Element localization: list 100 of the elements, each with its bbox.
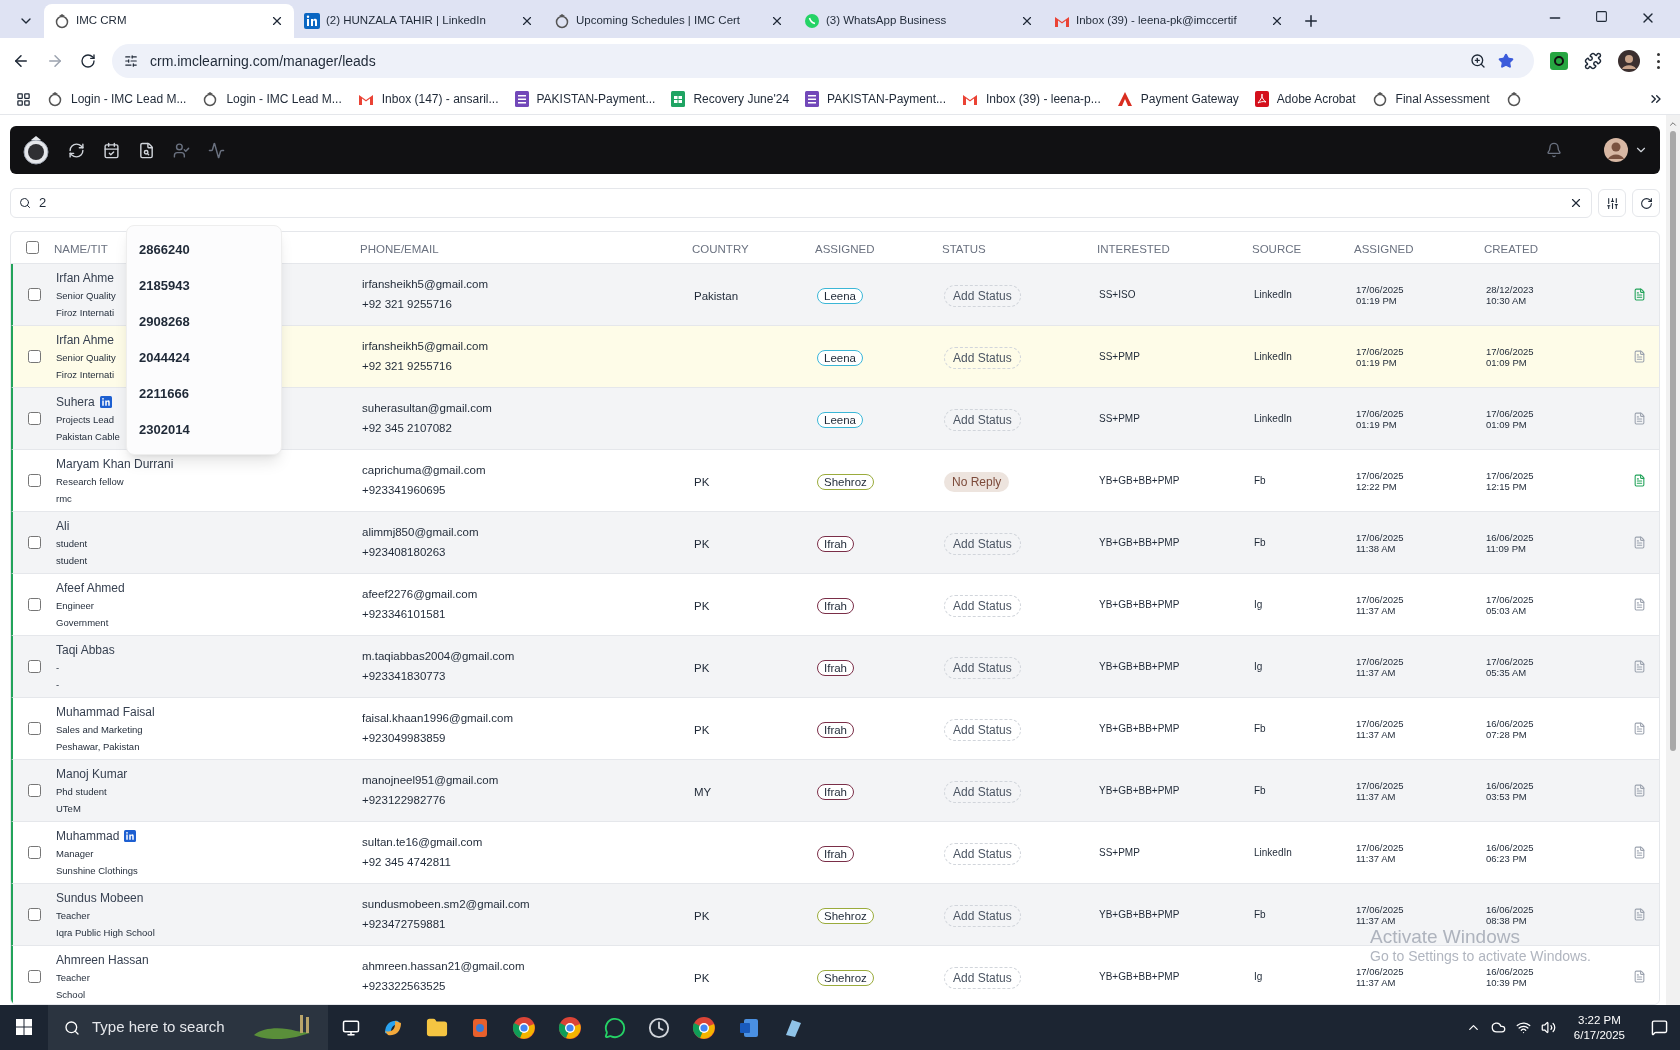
row-checkbox[interactable] (28, 722, 41, 735)
close-icon[interactable] (520, 14, 534, 28)
close-icon[interactable] (1020, 14, 1034, 28)
browser-tab[interactable]: IMC CRM (44, 4, 294, 38)
calendar-icon[interactable] (103, 141, 120, 159)
bookmark[interactable]: PAKISTAN-Payment... (805, 90, 947, 108)
task-view-icon[interactable] (342, 1018, 360, 1037)
sync-icon[interactable] (68, 141, 85, 159)
bookmark-star-icon[interactable] (1498, 53, 1514, 69)
clear-icon[interactable] (1569, 196, 1583, 210)
created-date: 16/06/2025 (1486, 531, 1535, 543)
refresh-button[interactable] (1632, 189, 1660, 217)
suggestion-item[interactable]: 2302014 (127, 412, 281, 448)
bookmark[interactable]: Payment Gateway (1116, 90, 1239, 108)
lead-row[interactable]: Manoj Kumar Phd student UTeM manojneel951@gmail.com +923122982776 MY Ifrah Add Status YB+GB+BB+PMP Fb 17/06/2025 11:37 AM 16/06/2025 03:53 PM (11, 760, 1659, 822)
chrome-icon[interactable] (558, 1015, 582, 1040)
reload-icon[interactable] (80, 53, 96, 69)
bookmark[interactable]: Inbox (39) - leena-p... (962, 90, 1101, 108)
bookmark[interactable]: Adobe Acrobat (1254, 90, 1356, 108)
clock[interactable]: 3:22 PM 6/17/2025 (1573, 1012, 1625, 1043)
interest-text: SS+PMP (1099, 412, 1141, 426)
row-checkbox[interactable] (28, 970, 41, 983)
assigned-time: 01:19 PM (1356, 294, 1398, 306)
row-checkbox[interactable] (28, 908, 41, 921)
volume-icon[interactable] (1540, 1020, 1556, 1035)
network-icon[interactable] (1515, 1020, 1531, 1035)
assignee-tag: Ifrah (817, 535, 854, 552)
browser-tab[interactable]: (3) WhatsApp Business (794, 4, 1044, 38)
select-all-checkbox[interactable] (26, 241, 39, 254)
bookmark[interactable]: Recovery June'24 (671, 90, 790, 108)
user-check-icon[interactable] (173, 141, 190, 159)
activity-icon[interactable] (208, 141, 225, 159)
row-checkbox[interactable] (28, 350, 41, 363)
word-processor-icon[interactable] (738, 1016, 760, 1039)
scrollbar[interactable] (1666, 115, 1680, 1005)
scroll-up-icon[interactable] (1668, 119, 1678, 129)
extension-icon[interactable] (1550, 52, 1568, 70)
row-checkbox[interactable] (28, 288, 41, 301)
bookmark[interactable]: Login - IMC Lead M... (47, 90, 187, 108)
lead-name: Muhammad (56, 828, 120, 846)
suggestion-item[interactable]: 2185943 (127, 268, 281, 304)
browser-tab[interactable]: Inbox (39) - leena-pk@imccertif (1044, 4, 1294, 38)
column-header: CREATED (1484, 242, 1539, 255)
notes-icon[interactable] (1632, 474, 1646, 487)
site-info-icon[interactable] (124, 54, 138, 68)
bookmark[interactable]: Inbox (147) - ansaril... (357, 90, 499, 108)
row-checkbox[interactable] (28, 474, 41, 487)
extensions-icon[interactable] (1584, 52, 1602, 70)
clock-app-icon[interactable] (648, 1016, 670, 1039)
new-tab-icon[interactable] (1302, 12, 1320, 30)
row-checkbox[interactable] (28, 846, 41, 859)
spreadsheet-icon (671, 91, 686, 107)
browser-tab[interactable]: Upcoming Schedules | IMC Cert (544, 4, 794, 38)
browser-tab[interactable]: (2) HUNZALA TAHIR | LinkedIn (294, 4, 544, 38)
notes-icon[interactable] (1632, 288, 1646, 301)
source-text: Ig (1254, 598, 1264, 612)
chat-app-icon[interactable] (604, 1016, 626, 1039)
search-field[interactable]: 2 (10, 188, 1592, 218)
close-icon[interactable] (770, 14, 784, 28)
back-icon[interactable] (12, 52, 30, 70)
row-checkbox[interactable] (28, 660, 41, 673)
lead-row[interactable]: Muhammad Faisal Sales and Marketing Peshawar, Pakistan faisal.khaan1996@gmail.com +923049983859 PK Ifrah Add Status YB+GB+BB+PMP Fb 17/06/2025 11:37 AM 16/06/2025 07:28 PM (11, 698, 1659, 760)
bookmark[interactable]: PAKISTAN-Payment... (514, 90, 656, 108)
close-icon[interactable] (270, 14, 284, 28)
file-search-icon[interactable] (138, 141, 155, 159)
profile-avatar[interactable] (1618, 50, 1640, 72)
notifications-icon[interactable] (1651, 1019, 1668, 1036)
lead-title: Projects Lead (56, 413, 115, 428)
chrome-icon[interactable] (512, 1015, 536, 1040)
assigned-date: 17/06/2025 (1356, 345, 1405, 357)
lead-row[interactable]: Maryam Khan Durrani Research fellow rmc caprichuma@gmail.com +923341960695 PK Shehroz No Reply YB+GB+BB+PMP Fb 17/06/2025 12:22 PM 17/06/2025 12:15 PM (11, 450, 1659, 512)
bookmark[interactable]: Final Assessment (1371, 90, 1490, 108)
close-icon[interactable] (1270, 14, 1284, 28)
bookmark[interactable]: Login - IMC Lead M... (202, 90, 342, 108)
cloud-icon[interactable] (1490, 1020, 1506, 1035)
lead-row[interactable]: Muhammad Manager Sunshine Clothings sultan.te16@gmail.com +92 345 4742811 Ifrah Add Status SS+PMP LinkedIn 17/06/2025 11:37 AM 16/06/2025 06:23 PM (11, 822, 1659, 884)
filter-button[interactable] (1598, 189, 1626, 217)
zoom-icon[interactable] (1470, 53, 1486, 69)
created-date: 17/06/2025 (1486, 407, 1535, 419)
chrome-icon[interactable] (692, 1015, 716, 1040)
column-header: STATUS (942, 242, 986, 255)
lead-row[interactable]: Afeef Ahmed Engineer Government afeef2276@gmail.com +923346101581 PK Ifrah Add Status YB+GB+BB+PMP Ig 17/06/2025 11:37 AM 17/06/2025 05:03 AM (11, 574, 1659, 636)
restore-icon[interactable] (1595, 10, 1608, 23)
taskbar-search-field[interactable]: Type here to search (48, 1005, 328, 1050)
user-avatar[interactable] (1604, 138, 1628, 162)
app-icon[interactable] (470, 1016, 490, 1039)
row-checkbox[interactable] (28, 598, 41, 611)
suggestion-item[interactable]: 2044424 (127, 340, 281, 376)
status-tag[interactable]: No Reply (944, 471, 1010, 492)
apps-icon[interactable] (16, 91, 31, 107)
row-checkbox[interactable] (28, 784, 41, 797)
country-text: PK (694, 599, 710, 612)
file-explorer-icon[interactable] (426, 1016, 448, 1039)
address-field[interactable]: crm.imclearning.com/manager/leads (112, 44, 1534, 78)
row-checkbox[interactable] (28, 412, 41, 425)
sliders-icon (1605, 196, 1619, 210)
assigned-time: 11:37 AM (1356, 728, 1397, 740)
row-checkbox[interactable] (28, 536, 41, 549)
lead-row[interactable]: Taqi Abbas - - m.taqiabbas2004@gmail.com +923341830773 PK Ifrah Add Status YB+GB+BB+PMP Ig 17/06/2025 11:37 AM 17/06/2025 05:35 AM (11, 636, 1659, 698)
lead-row[interactable]: Ali student student alimmj850@gmail.com +923408180263 PK Ifrah Add Status YB+GB+BB+PMP Fb 17/06/2025 11:38 AM 16/06/2025 11:09 PM (11, 512, 1659, 574)
